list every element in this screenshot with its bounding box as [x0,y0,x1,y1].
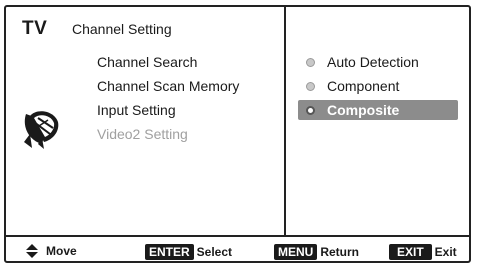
menu-item-input-setting[interactable]: Input Setting [97,100,239,124]
menu-item-channel-search[interactable]: Channel Search [97,52,239,76]
tv-label: TV [22,18,48,39]
menu-item-video2-setting: Video2 Setting [97,126,188,142]
exit-label: Exit [434,245,457,259]
option-label: Auto Detection [327,54,419,70]
menu-title: Channel Setting [72,21,172,37]
menu-label: Return [320,245,360,259]
radio-dot-icon [306,58,315,67]
menu-key: MENU [274,244,318,260]
option-auto-detection[interactable]: Auto Detection [298,53,458,77]
move-label: Move [46,244,77,258]
exit-key: EXIT [389,244,432,260]
radio-dot-icon [306,82,315,91]
radio-dot-selected-icon [306,106,315,115]
menu-item-channel-scan-memory[interactable]: Channel Scan Memory [97,76,239,100]
panel-divider [284,5,286,236]
input-options-list: Auto Detection Component Composite [298,53,458,125]
option-label: Composite [327,102,400,118]
option-label: Component [327,78,400,94]
antenna-dish-icon [24,111,59,149]
up-down-arrows-icon [26,244,38,258]
enter-hint: ENTER Select [145,244,232,260]
menu-hint: MENU Return [274,244,359,260]
channel-setting-menu: Channel Search Channel Scan Memory Input… [97,52,239,148]
option-composite[interactable]: Composite [298,100,458,125]
enter-key: ENTER [145,244,194,260]
exit-hint: EXIT Exit [389,244,457,260]
enter-label: Select [196,245,233,259]
key-guide-footer: Move ENTER Select MENU Return EXIT Exit [4,237,471,263]
move-hint: Move [26,244,77,258]
option-component[interactable]: Component [298,77,458,101]
